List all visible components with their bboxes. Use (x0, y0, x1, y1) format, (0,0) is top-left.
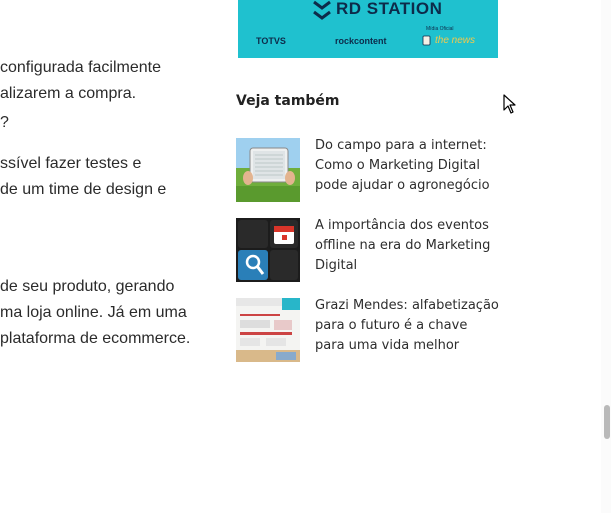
tablet-in-field-image[interactable] (236, 138, 300, 202)
related-post[interactable]: A importância dos eventos offline na era… (236, 218, 506, 282)
mouse-pointer-icon (503, 94, 516, 114)
article-line: ma loja online. Já em uma (0, 304, 187, 321)
article-line: de seu produto, gerando (0, 278, 175, 295)
banner-official-label: Mídia Oficial (426, 26, 454, 32)
partner-totvs: TOTVS (256, 36, 286, 46)
article-line: alizarem a compra. (0, 85, 137, 102)
cup-icon (422, 35, 431, 46)
related-post[interactable]: Grazi Mendes: alfabetização para o futur… (236, 298, 506, 362)
scrollbar-thumb[interactable] (604, 405, 610, 439)
article-line: ssível fazer testes e (0, 155, 142, 172)
banner-brand: RD STATION (336, 0, 443, 18)
rd-station-logo-icon (313, 0, 331, 20)
keyboard-calendar-image[interactable] (236, 218, 300, 282)
partner-the-news: the news (435, 35, 476, 46)
rd-station-banner[interactable]: RD STATION Mídia Oficial TOTVS rockconte… (238, 0, 498, 58)
article-line: de um time de design e (0, 181, 167, 198)
related-post-title[interactable]: Grazi Mendes: alfabetização para o futur… (315, 296, 500, 356)
article-line: configurada facilmente (0, 59, 161, 76)
sidebar-title: Veja também (236, 93, 340, 109)
article-line: plataforma de ecommerce. (0, 330, 191, 347)
newspaper-collage-image[interactable] (236, 298, 300, 362)
related-post-title[interactable]: Do campo para a internet: Como o Marketi… (315, 136, 500, 196)
related-post[interactable]: Do campo para a internet: Como o Marketi… (236, 138, 506, 202)
article-line: ? (0, 114, 9, 131)
related-post-title[interactable]: A importância dos eventos offline na era… (315, 216, 500, 276)
partner-rockcontent: rockcontent (335, 36, 387, 46)
